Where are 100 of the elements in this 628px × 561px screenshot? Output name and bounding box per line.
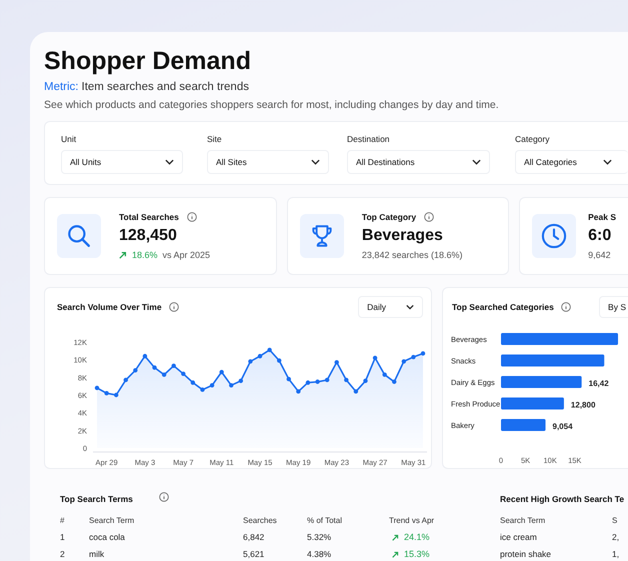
data-point xyxy=(392,380,396,384)
filter-dropdown[interactable]: All Units xyxy=(61,150,183,174)
table-cell-text: 5,621 xyxy=(243,549,266,559)
data-point xyxy=(296,389,301,394)
filter-dropdown[interactable]: All Sites xyxy=(207,150,329,174)
data-point xyxy=(181,372,186,376)
data-point xyxy=(344,378,348,382)
table-title: Top Search Terms xyxy=(60,494,133,504)
filter-label: Category xyxy=(515,134,550,144)
chart-title: Search Volume Over Time xyxy=(57,302,162,312)
trend-up-icon xyxy=(392,550,399,558)
info-icon[interactable] xyxy=(560,302,571,312)
value-label: 9,054 xyxy=(552,422,573,431)
metric-value: Item searches and search trends xyxy=(82,81,249,93)
chevron-icon xyxy=(311,159,320,165)
filter-label: Destination xyxy=(347,134,391,144)
data-point xyxy=(372,356,378,360)
trend-up-icon xyxy=(392,534,399,540)
data-point xyxy=(258,354,262,358)
chevron-icon xyxy=(602,159,612,165)
data-point xyxy=(354,389,358,394)
period-dropdown[interactable]: Daily xyxy=(358,296,423,318)
data-point xyxy=(402,359,406,364)
data-point xyxy=(104,391,109,396)
sort-dropdown[interactable]: By S xyxy=(599,296,628,318)
column-header: Search Term xyxy=(89,516,136,525)
table-cell-text: 1 xyxy=(60,532,66,542)
data-point xyxy=(190,380,196,385)
page-title: Shopper Demand xyxy=(44,46,252,76)
data-point xyxy=(420,351,426,356)
data-point xyxy=(286,376,291,382)
kpi-title: Top Category xyxy=(362,212,416,222)
data-point xyxy=(124,378,128,382)
data-point xyxy=(229,383,234,388)
data-point xyxy=(142,354,148,358)
clock-icon xyxy=(540,222,568,250)
table-cell-text: ice cream xyxy=(500,532,538,542)
filter-dropdown[interactable]: All Destinations xyxy=(347,150,490,174)
table-cell-text: coca cola xyxy=(89,532,126,542)
column-header: % of Total xyxy=(307,516,343,525)
trend-value: 15.3% xyxy=(404,549,430,559)
column-header: Search Term xyxy=(500,516,546,525)
filter-dropdown[interactable]: All Categories xyxy=(515,150,628,174)
chart-title: Top Searched Categories xyxy=(452,302,554,312)
table-cell-text: 6,842 xyxy=(243,532,266,542)
data-point xyxy=(133,368,138,372)
value-label: 16,42 xyxy=(588,379,609,388)
data-point xyxy=(382,372,387,377)
filter-label: Unit xyxy=(61,134,78,144)
kpi-note: 9,642 xyxy=(588,250,611,260)
data-point xyxy=(152,365,157,370)
page-description: See which products and categories shoppers search for most, including changes by day and time. xyxy=(44,99,500,111)
data-point xyxy=(411,354,416,360)
kpi-title: Peak S xyxy=(588,212,616,222)
kpi-value: Beverages xyxy=(362,226,444,246)
info-icon[interactable] xyxy=(168,302,179,312)
table-title: Recent High Growth Search Te xyxy=(500,494,624,504)
data-point xyxy=(210,383,214,388)
chevron-icon xyxy=(472,159,481,165)
trend-up-icon xyxy=(119,251,127,259)
data-point xyxy=(315,380,320,384)
search-icon xyxy=(66,223,92,249)
trend-value: 24.1% xyxy=(404,532,430,542)
data-point xyxy=(248,359,253,364)
info-icon[interactable] xyxy=(159,492,169,502)
info-icon[interactable] xyxy=(424,212,434,222)
data-point xyxy=(267,348,272,352)
kpi-change: 18.6% xyxy=(132,250,158,260)
column-header: Searches xyxy=(243,516,278,525)
data-point xyxy=(114,392,118,398)
metric-label: Metric: xyxy=(44,81,78,93)
table-cell-text: 1, xyxy=(612,549,620,559)
value-label: 12,800 xyxy=(570,400,596,410)
data-point xyxy=(238,378,244,384)
data-point xyxy=(276,358,282,363)
kpi-note: 23,842 searches (18.6%) xyxy=(362,250,462,260)
table-cell-text: 5.32% xyxy=(307,532,332,542)
data-point xyxy=(363,378,368,384)
data-point xyxy=(162,372,166,377)
filter-label: Site xyxy=(207,134,223,144)
kpi-value: 128,450 xyxy=(119,226,178,246)
table-cell-text: protein shake xyxy=(500,549,552,559)
table-cell-text: milk xyxy=(89,549,106,559)
column-header: S xyxy=(612,516,618,525)
data-point xyxy=(334,360,339,365)
kpi-value: 6:0 xyxy=(588,226,612,246)
bar xyxy=(501,398,564,410)
data-point xyxy=(219,370,224,374)
data-point xyxy=(172,364,176,368)
kpi-title: Total Searches xyxy=(119,212,179,222)
chevron-icon xyxy=(165,159,174,165)
kpi-note: vs Apr 2025 xyxy=(162,250,210,260)
column-header: # xyxy=(60,516,66,525)
table-cell-text: 2, xyxy=(612,532,620,542)
column-header: Trend vs Apr xyxy=(389,516,436,525)
data-point xyxy=(306,380,310,385)
table-cell-text: 2 xyxy=(60,549,66,559)
info-icon[interactable] xyxy=(186,212,197,222)
table-cell-text: 4.38% xyxy=(307,549,332,559)
bar xyxy=(501,419,546,431)
